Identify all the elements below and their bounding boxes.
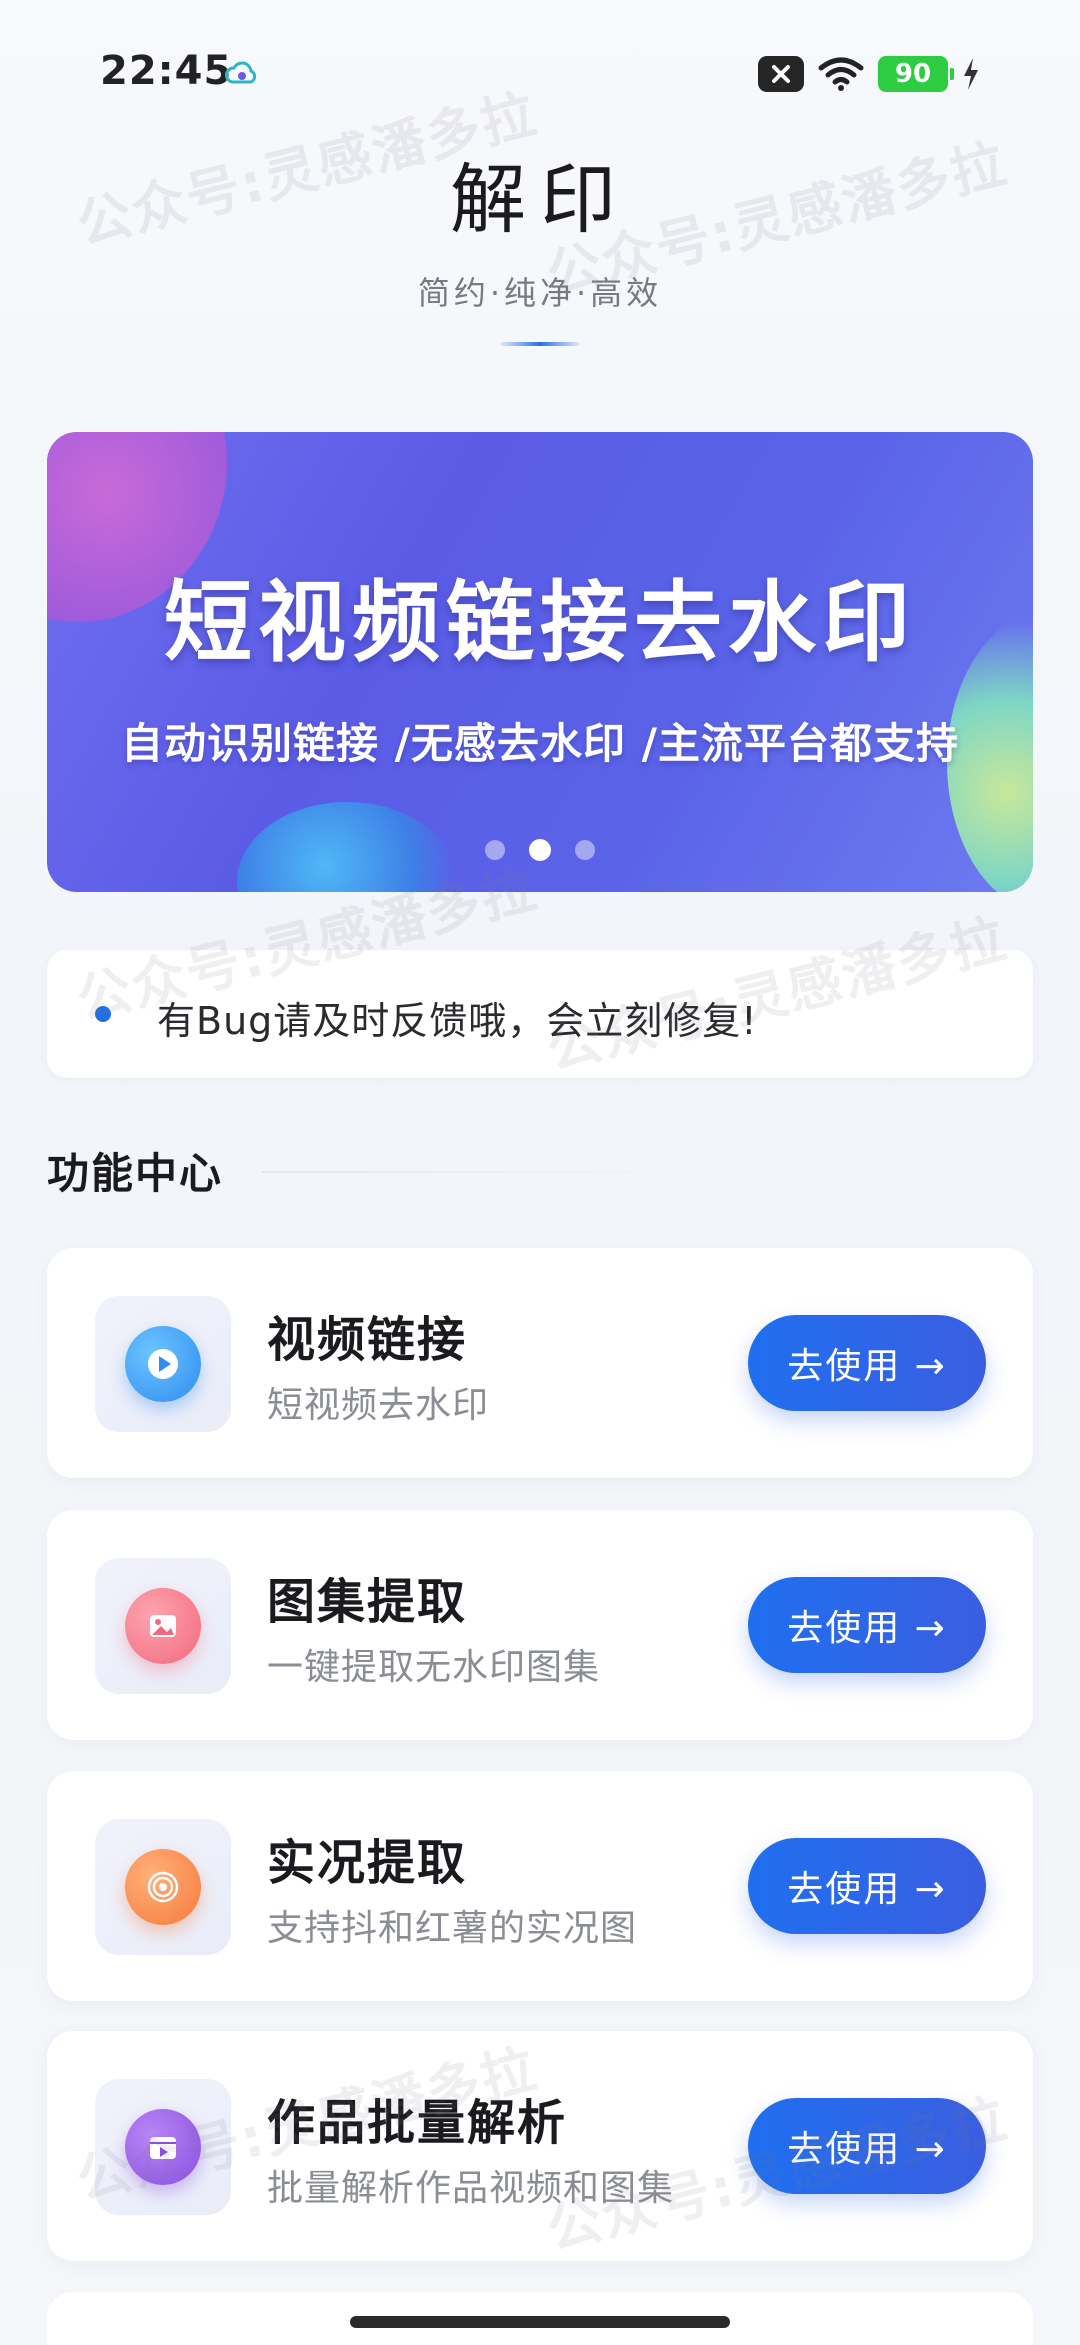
wifi-icon (818, 57, 864, 91)
video-play-icon (125, 1326, 201, 1402)
feature-icon-box (95, 1558, 231, 1694)
use-button-live-extract[interactable]: 去使用 → (748, 1838, 986, 1934)
cloud-sync-icon (225, 61, 257, 84)
feature-description: 一键提取无水印图集 (267, 1647, 601, 1688)
use-button-batch-parse[interactable]: 去使用 → (748, 2098, 986, 2194)
notice-bar: 有Bug请及时反馈哦，会立刻修复! (47, 950, 1033, 1078)
charging-bolt-icon (964, 58, 978, 90)
feature-description: 短视频去水印 (267, 1385, 490, 1426)
feature-card-batch-parse[interactable]: 作品批量解析 批量解析作品视频和图集 去使用 → (47, 2031, 1033, 2261)
feature-card-gallery-extract[interactable]: 图集提取 一键提取无水印图集 去使用 → (47, 1510, 1033, 1740)
title-underline (500, 342, 580, 346)
carousel-dot-active[interactable] (529, 839, 551, 861)
status-icons: 90 (758, 52, 980, 96)
battery-level: 90 (894, 59, 932, 89)
carousel-indicator (47, 839, 1033, 861)
status-bar: 22:45 90 (0, 0, 1080, 150)
app-subtitle: 简约·纯净·高效 (417, 274, 663, 312)
feature-card-video-link[interactable]: 视频链接 短视频去水印 去使用 → (47, 1248, 1033, 1478)
use-button-video-link[interactable]: 去使用 → (748, 1315, 986, 1411)
status-time: 22:45 (100, 48, 233, 94)
feature-title: 视频链接 (267, 1312, 468, 1368)
section-divider (262, 1171, 712, 1173)
use-button-gallery-extract[interactable]: 去使用 → (748, 1577, 986, 1673)
app-screen: 22:45 90 解印 简约·纯净·高效 短视频链接去水印 自动识别链接 /无感… (0, 0, 1080, 2345)
feature-icon-box (95, 1296, 231, 1432)
banner-carousel[interactable]: 短视频链接去水印 自动识别链接 /无感去水印 /主流平台都支持 (47, 432, 1033, 892)
feature-title: 作品批量解析 (267, 2095, 568, 2151)
live-photo-icon (125, 1849, 201, 1925)
banner-subheading: 自动识别链接 /无感去水印 /主流平台都支持 (121, 719, 959, 768)
notice-text: 有Bug请及时反馈哦，会立刻修复! (157, 999, 758, 1043)
image-icon (125, 1588, 201, 1664)
home-indicator[interactable] (350, 2316, 730, 2328)
feature-icon-box (95, 1819, 231, 1955)
feature-card-live-extract[interactable]: 实况提取 支持抖和红薯的实况图 去使用 → (47, 1771, 1033, 2001)
battery-icon: 90 (878, 56, 954, 92)
feature-title: 实况提取 (267, 1835, 468, 1891)
app-title: 解印 (450, 155, 630, 244)
section-title: 功能中心 (47, 1149, 224, 1198)
feature-title: 图集提取 (267, 1574, 468, 1630)
feature-description: 批量解析作品视频和图集 (267, 2168, 675, 2209)
carousel-dot[interactable] (575, 840, 595, 860)
notice-bullet-icon (95, 1006, 111, 1022)
carousel-dot[interactable] (485, 840, 505, 860)
close-box-icon (758, 56, 804, 92)
feature-icon-box (95, 2079, 231, 2215)
batch-video-icon (125, 2109, 201, 2185)
banner-heading: 短视频链接去水印 (163, 571, 916, 674)
feature-description: 支持抖和红薯的实况图 (267, 1908, 638, 1949)
